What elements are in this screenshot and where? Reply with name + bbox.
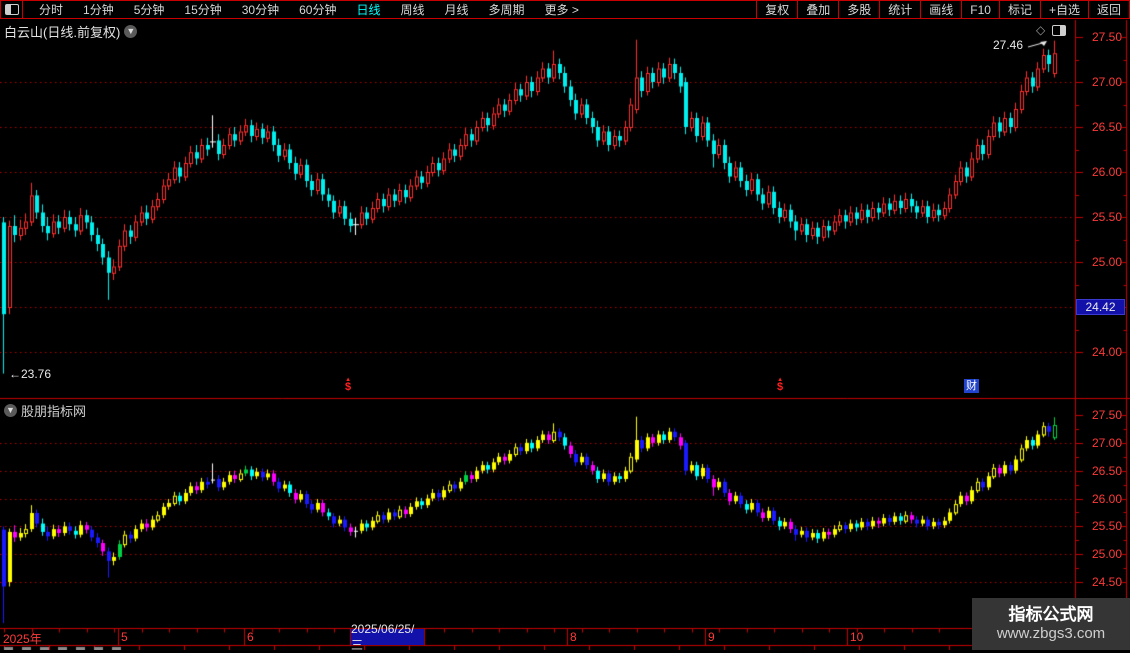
pane1-title: 白云山(日线.前复权) ▼: [4, 22, 138, 41]
split-window-icon: [4, 4, 19, 15]
axis-label: 26.50: [1091, 463, 1122, 478]
xaxis-label-sep: 9: [708, 630, 715, 644]
axis-label: 27.00: [1091, 435, 1122, 450]
menu-item-weekly[interactable]: 周线: [390, 1, 434, 18]
menu-item-back[interactable]: 返回: [1087, 1, 1129, 18]
period-menu: 分时 1分钟 5分钟 15分钟 30分钟 60分钟 日线 周线 月线 多周期 更…: [23, 1, 756, 18]
layout-switch-button[interactable]: [0, 1, 23, 18]
split-window-icon[interactable]: [1052, 24, 1067, 36]
axis-label: 27.50: [1091, 30, 1122, 44]
xaxis-label-aug: 8: [570, 630, 577, 644]
menu-item-stats[interactable]: 统计: [879, 1, 920, 18]
chart-canvas: [0, 0, 1130, 650]
menu-item-multistock[interactable]: 多股: [838, 1, 879, 18]
axis-label: 25.00: [1091, 547, 1122, 562]
menu-item-1min[interactable]: 1分钟: [73, 1, 124, 18]
menu-item-60min[interactable]: 60分钟: [289, 1, 346, 18]
chevron-down-icon[interactable]: ▼: [124, 25, 138, 38]
menu-item-overlay[interactable]: 叠加: [797, 1, 838, 18]
menu-item-5min[interactable]: 5分钟: [124, 1, 175, 18]
menu-item-30min[interactable]: 30分钟: [232, 1, 289, 18]
app-root: { "topbar": { "left_items": [ {"label":"…: [0, 0, 1130, 652]
high-price-label: 27.46: [993, 38, 1024, 52]
top-menu-bar: 分时 1分钟 5分钟 15分钟 30分钟 60分钟 日线 周线 月线 多周期 更…: [0, 0, 1130, 19]
watermark-url: www.zbgs3.com: [996, 625, 1106, 643]
xaxis-label-june: 6: [247, 630, 254, 644]
menu-item-multiperiod[interactable]: 多周期: [479, 1, 535, 18]
low-price-label: ←23.76: [9, 367, 52, 381]
menu-item-monthly[interactable]: 月线: [435, 1, 479, 18]
indicator-title: 股朋指标网: [21, 404, 87, 419]
axis-label: 26.00: [1091, 165, 1122, 179]
xaxis-label-may: 5: [121, 630, 128, 644]
axis-label: 25.50: [1091, 519, 1122, 534]
pane2-title: ▼ 股朋指标网: [4, 401, 86, 420]
menu-item-add-watchlist[interactable]: +自选: [1039, 1, 1088, 18]
menu-item-daily[interactable]: 日线: [346, 1, 390, 18]
axis-label: 26.00: [1091, 491, 1122, 506]
axis-label: 24.50: [1091, 575, 1122, 589]
tool-menu: 复权 叠加 多股 统计 画线 F10 标记 +自选 返回: [756, 1, 1130, 18]
axis-label: 27.50: [1091, 408, 1122, 422]
xaxis-label-year: 2025年: [3, 632, 42, 646]
menu-item-f10[interactable]: F10: [961, 1, 999, 18]
menu-item-fenshi[interactable]: 分时: [29, 1, 73, 18]
menu-item-drawline[interactable]: 画线: [920, 1, 961, 18]
stock-title: 白云山(日线.前复权): [4, 25, 121, 40]
menu-item-fuquan[interactable]: 复权: [756, 1, 797, 18]
menu-item-mark[interactable]: 标记: [998, 1, 1040, 18]
price-badge: 24.42: [1076, 299, 1125, 315]
chevron-down-icon[interactable]: ▼: [4, 404, 17, 417]
selected-date-box: 2025/06/25/三: [351, 622, 424, 652]
pane1-corner-icons: ◇: [1036, 23, 1067, 37]
axis-label: 25.00: [1091, 255, 1122, 269]
dividend-marker[interactable]: ▲ $: [777, 377, 783, 393]
axis-label: 24.00: [1091, 345, 1122, 359]
menu-item-15min[interactable]: 15分钟: [174, 1, 231, 18]
financial-report-marker[interactable]: 财: [964, 379, 979, 393]
menu-item-more[interactable]: 更多 >: [535, 1, 589, 18]
xaxis-label-oct: 10: [850, 630, 864, 644]
axis-label: 27.00: [1091, 75, 1122, 89]
watermark: 指标公式网 www.zbgs3.com: [972, 598, 1130, 650]
diamond-icon[interactable]: ◇: [1036, 23, 1045, 37]
axis-label: 26.50: [1091, 120, 1122, 134]
watermark-title: 指标公式网: [1008, 605, 1094, 624]
axis-label: 25.50: [1091, 210, 1122, 224]
dividend-marker[interactable]: ▲ $: [345, 377, 351, 393]
